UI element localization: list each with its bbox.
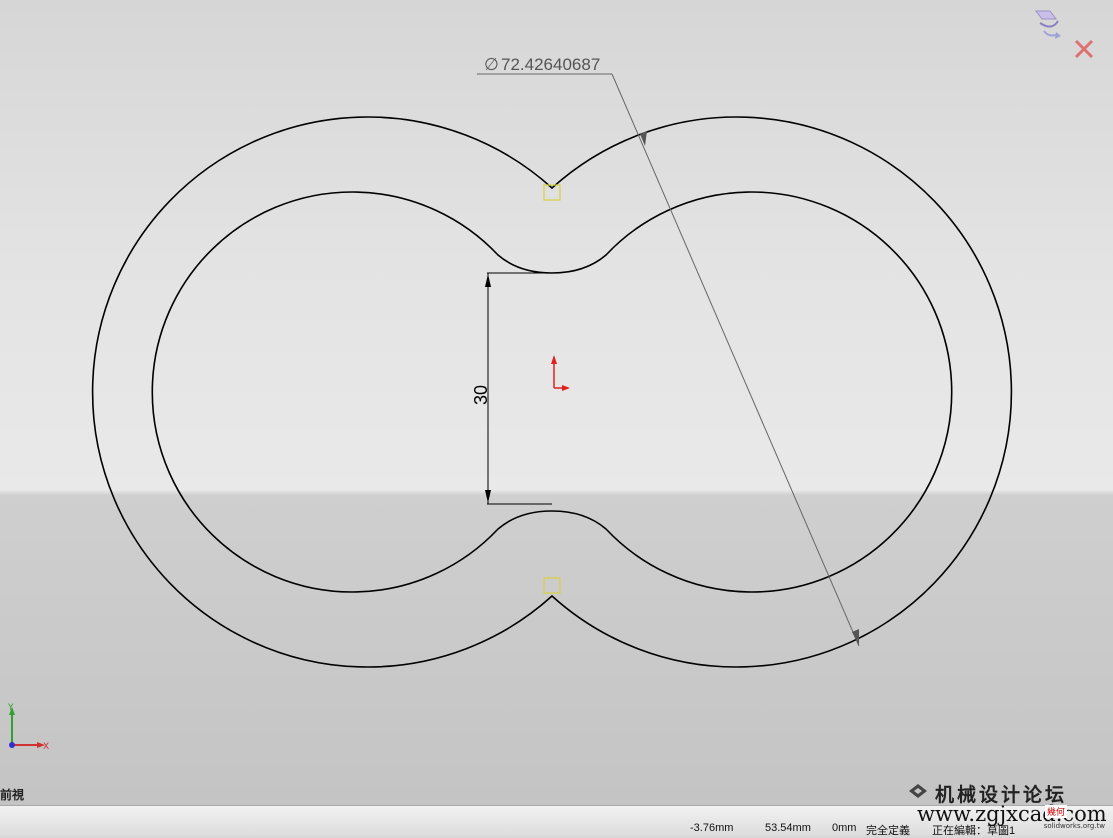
- confirmation-corner: [1035, 10, 1094, 59]
- x-coordinate: -3.76mm: [690, 822, 734, 834]
- definition-state: 完全定義: [866, 825, 910, 837]
- z-coordinate: 0mm: [832, 822, 857, 834]
- forum-logo-icon: [909, 784, 927, 798]
- watermark-small: solidworks.org.tw: [1043, 822, 1105, 830]
- diameter-dimension-value[interactable]: 72.42640687: [501, 55, 600, 74]
- reference-triad-icon: Y X: [7, 703, 49, 752]
- diameter-dimension-symbol: ∅: [484, 55, 499, 74]
- graphics-area[interactable]: 30 ∅ 72.42640687 Y X 前視: [0, 0, 1113, 805]
- watermark-badge: 幾何: [1044, 805, 1067, 818]
- triad-y-label: Y: [7, 703, 14, 713]
- sketch-origin-icon: [551, 355, 570, 391]
- triad-x-label: X: [43, 742, 49, 752]
- diameter-dimension[interactable]: ∅ 72.42640687: [477, 55, 860, 647]
- rebuild-icon[interactable]: [1035, 10, 1061, 39]
- watermark: 机械设计论坛 www.zgjxcad.com 幾何 solidworks.org…: [907, 780, 1107, 835]
- coincident-marker-bottom: [543, 577, 561, 594]
- y-coordinate: 53.54mm: [765, 822, 811, 834]
- linear-dimension-value[interactable]: 30: [471, 385, 491, 405]
- view-orientation-label: 前視: [0, 788, 25, 802]
- linear-dimension[interactable]: 30: [471, 272, 552, 505]
- inner-profile[interactable]: [151, 191, 953, 593]
- close-sketch-icon[interactable]: [1074, 39, 1094, 59]
- sketch-canvas[interactable]: 30 ∅ 72.42640687 Y X: [0, 0, 1113, 805]
